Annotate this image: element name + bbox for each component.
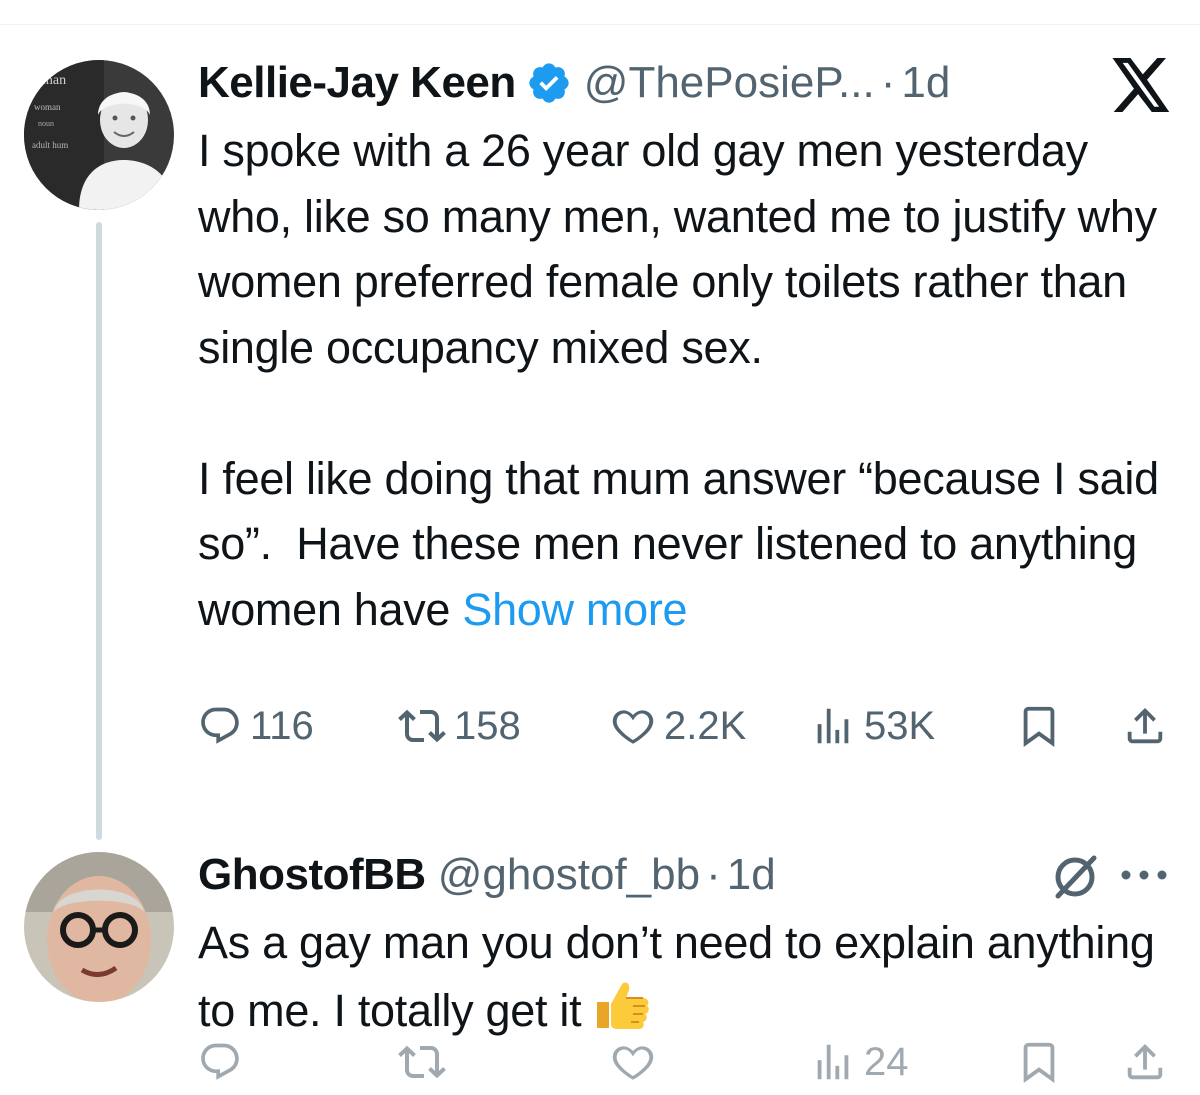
reply-icon: [201, 1043, 239, 1080]
reply-button[interactable]: 116: [198, 704, 314, 749]
share-icon: [1127, 1043, 1163, 1080]
views-count: 53K: [864, 703, 936, 748]
like-count: 2.2K: [664, 703, 747, 748]
bookmark-icon: [1023, 1042, 1055, 1083]
repost-icon: [398, 1045, 446, 1079]
show-more-link[interactable]: Show more: [462, 584, 687, 635]
separator-dot: ·: [880, 58, 896, 107]
bookmark-icon: [1023, 706, 1055, 747]
reply-button[interactable]: [198, 1040, 242, 1084]
repost-icon: [398, 709, 446, 743]
repost-button[interactable]: 158: [398, 702, 521, 750]
display-name[interactable]: Kellie-Jay Keen: [198, 58, 516, 108]
separator-dot: ·: [706, 850, 721, 899]
views-button[interactable]: 53K: [810, 703, 935, 749]
tweet-body: I spoke with a 26 year old gay men yeste…: [198, 125, 1159, 635]
analytics-icon: [817, 708, 849, 744]
repost-button[interactable]: [398, 1038, 446, 1086]
display-name[interactable]: GhostofBB: [198, 850, 426, 900]
reply-count: 116: [250, 703, 314, 748]
repost-count: 158: [454, 703, 521, 748]
top-divider: [0, 24, 1200, 25]
bookmark-button[interactable]: [1016, 1039, 1062, 1085]
like-button[interactable]: [610, 1039, 656, 1085]
grok-icon[interactable]: [1050, 852, 1100, 902]
thumbs-up-icon: [593, 976, 651, 1032]
avatar-text-3: noun: [38, 119, 54, 128]
more-icon[interactable]: [1116, 868, 1172, 882]
verified-badge-icon: [526, 60, 572, 106]
tweet-text: I spoke with a 26 year old gay men yeste…: [198, 118, 1188, 642]
avatar-text-2: woman: [34, 102, 61, 112]
heart-icon: [612, 1046, 654, 1080]
share-button[interactable]: [1122, 703, 1168, 749]
reply-icon: [201, 707, 239, 744]
user-handle[interactable]: @ThePosieP...: [584, 58, 875, 108]
tweet-body: As a gay man you don’t need to explain a…: [198, 917, 1167, 1036]
user-handle[interactable]: @ghostof_bb: [438, 850, 700, 900]
bookmark-button[interactable]: [1016, 703, 1062, 749]
timestamp[interactable]: 1d: [901, 58, 950, 108]
share-icon: [1127, 707, 1163, 744]
tweet-header: GhostofBB @ghostof_bb · 1d: [198, 850, 776, 900]
views-button[interactable]: 24: [810, 1039, 909, 1085]
thread-connector-line: [96, 222, 102, 840]
analytics-icon: [817, 1044, 849, 1080]
tweet-header: Kellie-Jay Keen @ThePosieP... · 1d: [198, 58, 950, 108]
tweet-text: As a gay man you don’t need to explain a…: [198, 910, 1188, 1043]
views-count: 24: [864, 1039, 909, 1084]
avatar[interactable]: man woman noun adult hum: [24, 60, 174, 210]
like-button[interactable]: 2.2K: [610, 703, 746, 749]
avatar-text-1: man: [42, 73, 66, 88]
avatar-text-4: adult hum: [32, 140, 68, 150]
share-button[interactable]: [1122, 1039, 1168, 1085]
avatar[interactable]: [24, 852, 174, 1002]
x-logo-icon: [1112, 58, 1172, 112]
heart-icon: [612, 710, 654, 744]
timestamp[interactable]: 1d: [727, 850, 776, 900]
